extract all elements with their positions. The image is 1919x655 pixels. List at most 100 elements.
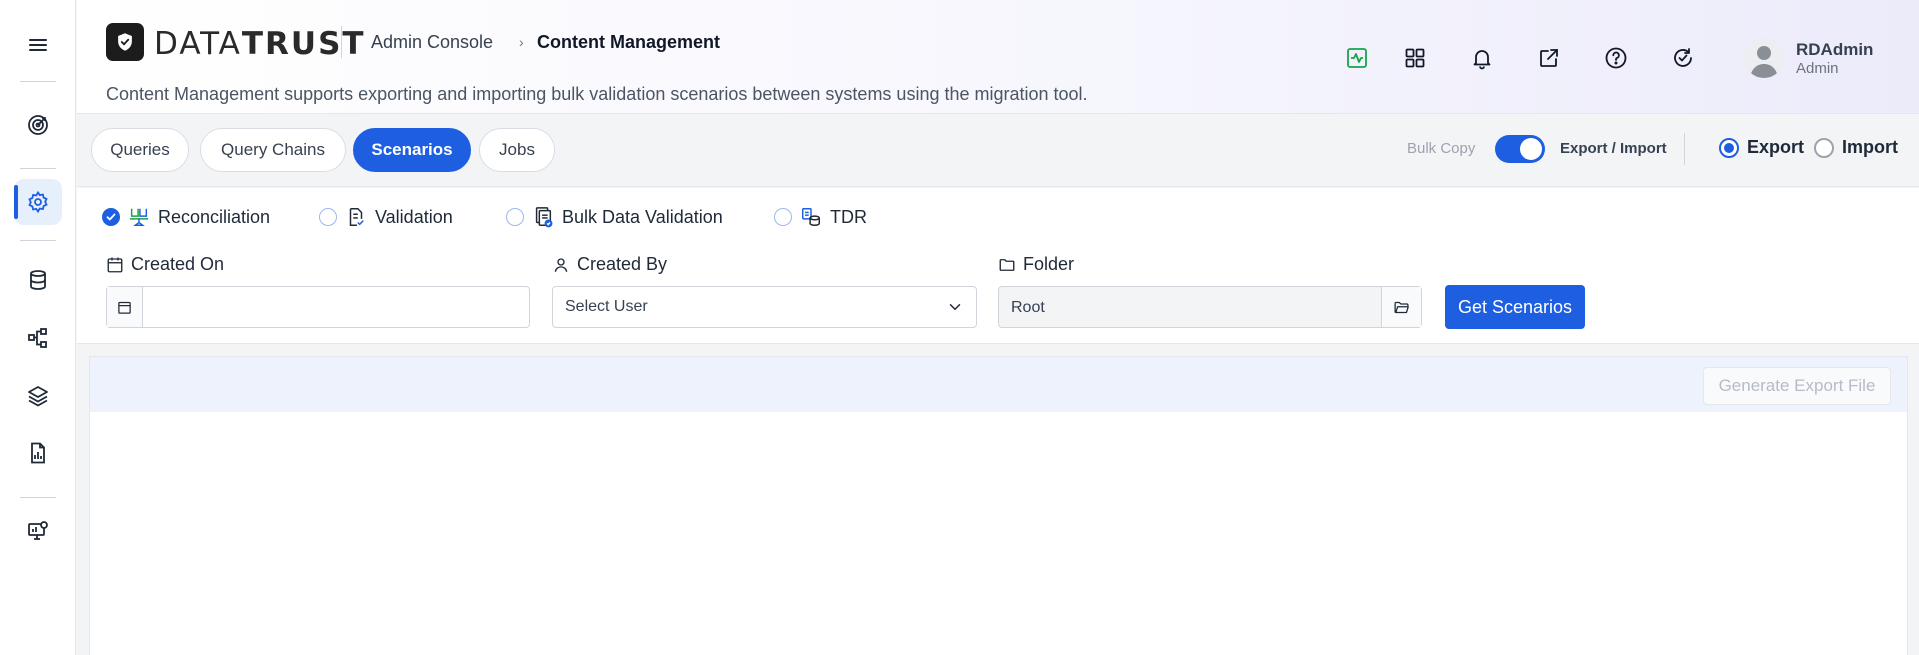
avatar[interactable] — [1744, 38, 1784, 78]
bulk-data-validation-radio[interactable] — [506, 208, 524, 226]
logo-text: DATATRUST — [154, 26, 366, 62]
get-scenarios-button[interactable]: Get Scenarios — [1445, 285, 1585, 329]
scenario-type-tdr[interactable]: TDR — [774, 206, 867, 228]
tab-query-chains[interactable]: Query Chains — [200, 128, 346, 172]
bell-icon — [1473, 50, 1491, 70]
external-link-icon — [1540, 49, 1558, 67]
validation-radio[interactable] — [319, 208, 337, 226]
reconciliation-label: Reconciliation — [158, 206, 271, 227]
filter-section: Reconciliation Validation Bulk Data Vali… — [77, 188, 1919, 344]
sidebar-active-indicator — [14, 185, 18, 219]
sidebar-item-reports[interactable] — [14, 430, 62, 476]
tdr-icon — [802, 208, 820, 226]
sidebar-item-settings[interactable] — [14, 179, 62, 225]
help-button[interactable] — [1601, 43, 1631, 73]
sidebar-divider — [20, 240, 56, 241]
toggle-knob — [1520, 138, 1542, 160]
chevron-down-icon — [949, 304, 961, 310]
user-avatar-icon — [1744, 38, 1784, 78]
network-icon — [28, 328, 47, 348]
target-icon — [28, 115, 48, 135]
sidebar-item-network[interactable] — [14, 315, 62, 361]
results-panel: Generate Export File — [89, 356, 1908, 655]
created-on-label: Created On — [106, 254, 224, 275]
menu-button[interactable] — [14, 22, 62, 68]
folder-value: Root — [1011, 299, 1045, 316]
sidebar-divider — [20, 81, 56, 82]
tdr-radio[interactable] — [774, 208, 792, 226]
export-label: Export — [1747, 137, 1805, 157]
export-import-label: Export / Import — [1560, 140, 1667, 157]
refresh-check-icon — [1674, 48, 1692, 67]
created-on-input[interactable] — [144, 287, 529, 327]
activity-icon — [1347, 48, 1367, 68]
sidebar — [0, 0, 76, 655]
logo-text-bold: TRUST — [241, 26, 366, 62]
scenario-type-reconciliation[interactable]: Reconciliation — [102, 206, 270, 228]
calendar-icon — [118, 301, 131, 314]
bulk-validation-icon — [535, 207, 553, 228]
help-icon — [1605, 47, 1627, 69]
reconciliation-radio[interactable] — [102, 208, 120, 226]
app-header: DATATRUST Admin Console › Content Manage… — [77, 0, 1919, 114]
sidebar-divider — [20, 168, 56, 169]
calendar-icon — [107, 257, 123, 272]
notifications-button[interactable] — [1467, 43, 1497, 73]
logo-text-light: DATA — [154, 26, 242, 62]
report-icon — [31, 442, 45, 464]
folder-icon — [999, 258, 1015, 271]
bulk-data-validation-label: Bulk Data Validation — [562, 206, 723, 227]
logo-mark — [106, 23, 144, 61]
created-on-field — [106, 286, 530, 328]
menu-icon — [29, 39, 47, 51]
layers-icon — [28, 386, 48, 407]
sidebar-item-database[interactable] — [14, 257, 62, 303]
import-label: Import — [1842, 137, 1898, 157]
activity-button[interactable] — [1342, 43, 1372, 73]
folder-open-icon — [1394, 301, 1409, 313]
mode-separator — [1684, 133, 1685, 165]
scenario-type-bulk-data-validation[interactable]: Bulk Data Validation — [506, 206, 723, 228]
tabs-bar: Queries Query Chains Scenarios Jobs Bulk… — [77, 115, 1919, 187]
logo-separator — [341, 26, 342, 58]
generate-export-file-button[interactable]: Generate Export File — [1703, 367, 1891, 405]
sidebar-item-monitor[interactable] — [14, 508, 62, 554]
breadcrumb-current: Content Management — [537, 32, 721, 52]
created-by-label-text: Created By — [577, 254, 668, 274]
chevron-right-icon: › — [519, 34, 524, 50]
browse-folder-button[interactable] — [1381, 287, 1421, 327]
tab-queries[interactable]: Queries — [91, 128, 189, 172]
grid-icon — [1405, 48, 1425, 68]
page-description: Content Management supports exporting an… — [106, 84, 1088, 104]
tab-scenarios[interactable]: Scenarios — [353, 128, 471, 172]
bulk-copy-label: Bulk Copy — [1407, 140, 1476, 157]
open-external-button[interactable] — [1534, 43, 1564, 73]
check-icon — [106, 213, 116, 221]
apps-button[interactable] — [1400, 43, 1430, 73]
mode-toggle[interactable] — [1495, 135, 1545, 163]
validation-label: Validation — [375, 206, 453, 227]
created-by-selected: Select User — [565, 298, 648, 315]
sidebar-item-layers[interactable] — [14, 373, 62, 419]
created-on-label-text: Created On — [131, 254, 225, 274]
folder-label-text: Folder — [1023, 254, 1075, 274]
created-by-select[interactable]: Select User — [552, 286, 977, 328]
results-panel-header: Generate Export File — [90, 357, 1907, 412]
folder-label: Folder — [998, 254, 1074, 275]
sidebar-item-target[interactable] — [14, 102, 62, 148]
tab-jobs[interactable]: Jobs — [479, 128, 555, 172]
user-name[interactable]: RDAdmin — [1796, 40, 1873, 60]
validation-icon — [349, 208, 364, 226]
scenario-type-validation[interactable]: Validation — [319, 206, 453, 228]
user-role: Admin — [1796, 60, 1839, 77]
user-icon — [554, 257, 568, 272]
export-radio-option[interactable]: Export — [1719, 137, 1804, 158]
refresh-button[interactable] — [1668, 43, 1698, 73]
import-radio-option[interactable]: Import — [1814, 137, 1898, 158]
import-radio[interactable] — [1814, 137, 1834, 158]
monitor-settings-icon — [28, 521, 48, 540]
date-picker-button[interactable] — [107, 287, 143, 327]
export-radio[interactable] — [1719, 137, 1739, 158]
breadcrumb-admin-console[interactable]: Admin Console — [371, 32, 493, 53]
sidebar-divider — [20, 497, 56, 498]
